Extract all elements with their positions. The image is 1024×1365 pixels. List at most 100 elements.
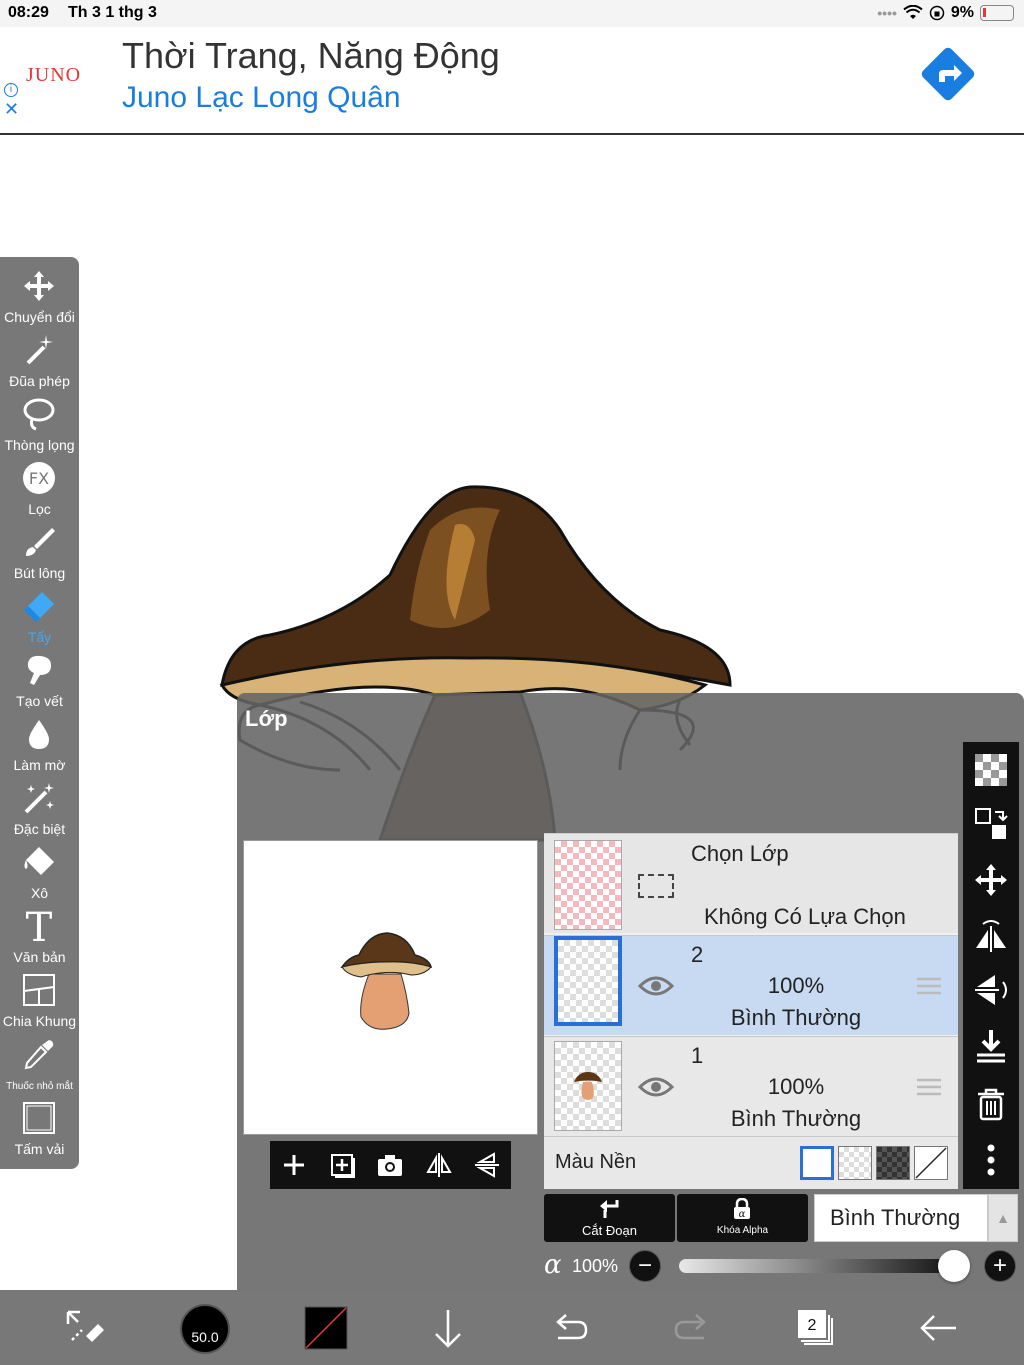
tool-special[interactable]: Đặc biệt	[0, 781, 79, 845]
status-time: 08:29	[8, 4, 49, 21]
eye-icon[interactable]	[638, 974, 674, 998]
canvas-icon	[23, 1102, 55, 1134]
blend-mode-select[interactable]: Bình Thường	[814, 1194, 988, 1242]
alpha-symbol: α	[544, 1250, 562, 1280]
flip-horizontal-icon[interactable]	[424, 1150, 454, 1180]
bg-white-swatch[interactable]	[800, 1146, 834, 1180]
layer-number: 2	[691, 942, 704, 967]
bg-dark-swatch[interactable]	[876, 1146, 910, 1180]
camera-icon[interactable]	[375, 1150, 405, 1180]
color-swatch-icon[interactable]	[304, 1306, 348, 1350]
flip-vertical-icon[interactable]	[472, 1150, 502, 1180]
layer-opacity: 100%	[767, 973, 825, 998]
smudge-icon	[27, 655, 52, 685]
arrow-down-icon[interactable]	[426, 1306, 470, 1350]
tool-label: Thòng lọng	[4, 437, 75, 453]
layer-thumbnail	[554, 1041, 622, 1131]
preview-toolbar	[270, 1141, 511, 1189]
layer-thumbnail	[554, 936, 622, 1026]
ad-close-icon[interactable]: ✕	[4, 99, 19, 120]
back-arrow-icon[interactable]	[916, 1306, 960, 1350]
frame-divider-icon	[23, 974, 55, 1006]
layers-panel-title: Lớp	[245, 706, 288, 731]
opacity-slider[interactable]	[679, 1259, 955, 1273]
tool-label: Chuyển đổi	[4, 309, 75, 325]
drag-handle-icon[interactable]	[916, 1077, 942, 1097]
battery-icon	[980, 5, 1014, 21]
tool-label: Chia Khung	[2, 1013, 77, 1029]
directions-icon[interactable]	[918, 44, 978, 104]
brush-size-button[interactable]: 50.0	[180, 1304, 230, 1354]
tool-lasso[interactable]: Thòng lọng	[0, 397, 79, 461]
bucket-icon	[24, 847, 54, 875]
opacity-slider-knob[interactable]	[938, 1250, 970, 1282]
fx-icon: FX	[23, 462, 55, 494]
tool-bucket[interactable]: Xô	[0, 845, 79, 909]
text-icon: T	[26, 909, 53, 943]
tool-label: Đũa phép	[9, 373, 70, 389]
tool-eyedropper[interactable]: Thuốc nhỏ mắt	[0, 1037, 79, 1101]
tool-smudge[interactable]: Tạo vết	[0, 653, 79, 717]
ad-subtitle: Juno Lạc Long Quân	[122, 81, 401, 114]
eye-icon[interactable]	[638, 1075, 674, 1099]
ad-banner[interactable]: i ✕ JUNO Thời Trang, Năng Động Juno Lạc …	[0, 27, 1024, 135]
bg-transparent-swatch[interactable]	[838, 1146, 872, 1180]
layers-button[interactable]: 2	[794, 1306, 838, 1350]
tool-brush[interactable]: Bút lông	[0, 525, 79, 589]
layer-row[interactable]: 2 100% Bình Thường	[544, 935, 958, 1035]
bottom-bar: 50.0 2	[0, 1290, 1024, 1365]
brush-size-value: 50.0	[191, 1329, 219, 1345]
flip-layer-horizontal-icon[interactable]	[973, 918, 1009, 954]
merge-down-icon[interactable]	[973, 1028, 1009, 1064]
bg-none-swatch[interactable]	[914, 1146, 948, 1180]
tool-text[interactable]: T Văn bản	[0, 909, 79, 973]
tool-frame-divider[interactable]: Chia Khung	[0, 973, 79, 1037]
opacity-minus-button[interactable]: −	[629, 1250, 661, 1282]
tool-label: Tấm vải	[14, 1141, 65, 1157]
layer-number: 1	[691, 1043, 704, 1068]
brush-icon	[26, 528, 55, 556]
blend-mode-arrow-icon[interactable]: ▲	[988, 1194, 1018, 1242]
canvas-preview[interactable]	[243, 840, 538, 1135]
layer-swap-icon[interactable]	[973, 806, 1009, 842]
selection-layer-row[interactable]: Chọn Lớp Không Có Lựa Chọn	[544, 833, 958, 933]
tool-label: Làm mờ	[13, 757, 66, 773]
rotation-lock-icon	[929, 5, 945, 21]
move-layer-icon[interactable]	[973, 862, 1009, 898]
clipping-button[interactable]: Cắt Đoạn	[544, 1194, 675, 1242]
alpha-lock-button[interactable]: α Khóa Alpha	[677, 1194, 808, 1242]
layer-count: 2	[807, 1317, 817, 1334]
tool-label: Lọc	[28, 501, 51, 517]
layer-tools-bar	[963, 742, 1019, 1189]
tool-transform[interactable]: Chuyển đổi	[0, 269, 79, 333]
select-layer-status: Không Có Lựa Chọn	[704, 904, 906, 929]
trash-icon[interactable]	[973, 1086, 1009, 1122]
layer-blend-mode: Bình Thường	[730, 1106, 862, 1131]
special-icon	[24, 783, 54, 814]
tool-label: Bút lông	[13, 565, 66, 581]
flip-layer-vertical-icon[interactable]	[973, 972, 1009, 1008]
redo-icon[interactable]	[670, 1306, 714, 1350]
transparency-grid-icon[interactable]	[973, 752, 1009, 788]
transform-tools-icon[interactable]	[62, 1306, 106, 1350]
undo-icon[interactable]	[548, 1306, 592, 1350]
tool-label: Đặc biệt	[13, 821, 66, 837]
clipping-label: Cắt Đoạn	[582, 1223, 637, 1238]
svg-text:T: T	[26, 909, 53, 943]
ad-title: Thời Trang, Năng Động	[122, 35, 500, 76]
opacity-plus-button[interactable]: +	[984, 1250, 1016, 1282]
lasso-icon	[23, 398, 55, 431]
tool-magic-wand[interactable]: Đũa phép	[0, 333, 79, 397]
tool-blur[interactable]: Làm mờ	[0, 717, 79, 781]
more-options-icon[interactable]	[973, 1142, 1009, 1178]
tool-filter[interactable]: FX Lọc	[0, 461, 79, 525]
tool-eraser[interactable]: Tẩy	[0, 589, 79, 653]
drag-handle-icon[interactable]	[916, 976, 942, 996]
tool-canvas[interactable]: Tấm vải	[0, 1101, 79, 1165]
duplicate-layer-icon[interactable]	[327, 1150, 357, 1180]
layer-row[interactable]: 1 100% Bình Thường	[544, 1036, 958, 1136]
add-layer-icon[interactable]	[279, 1150, 309, 1180]
status-date: Th 3 1 thg 3	[68, 4, 157, 21]
ad-info-icon[interactable]: i	[4, 83, 18, 97]
magic-wand-icon	[26, 335, 53, 365]
